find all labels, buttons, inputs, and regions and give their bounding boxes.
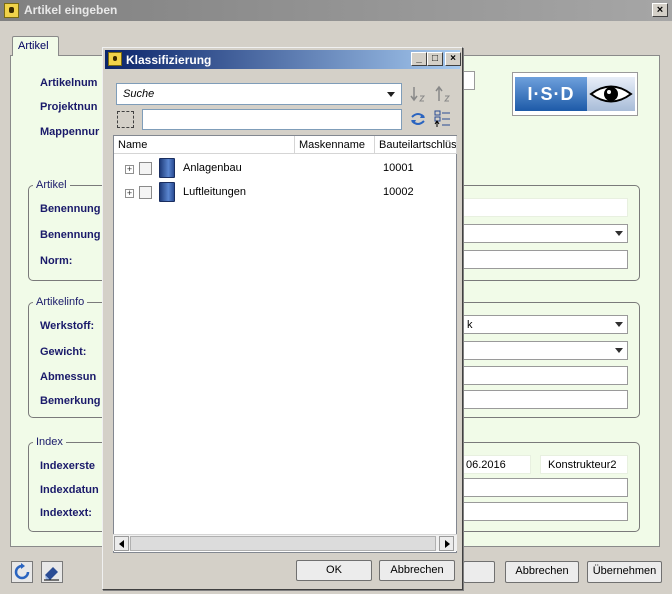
refresh-button[interactable] xyxy=(11,561,33,583)
classification-tree[interactable]: Name Maskenname Bauteilartschlüs + Anlag… xyxy=(113,135,457,553)
dialog-titlebar: Klassifizierung _ □ × xyxy=(105,50,461,69)
tab-artikel[interactable]: Artikel xyxy=(12,36,59,56)
chevron-down-icon xyxy=(615,231,623,236)
chevron-down-icon xyxy=(387,92,395,97)
column-header-name[interactable]: Name xyxy=(114,136,295,154)
select-frame-icon[interactable] xyxy=(117,111,134,128)
expand-icon[interactable]: + xyxy=(125,189,134,198)
dialog-title: Klassifizierung xyxy=(126,53,212,67)
book-icon xyxy=(159,158,175,178)
label-abmessung: Abmessun xyxy=(40,371,97,383)
label-projektnummer: Projektnun xyxy=(40,101,98,113)
index-date-field[interactable]: 06.2016 xyxy=(463,455,531,474)
index-user-value: Konstrukteur2 xyxy=(548,459,617,471)
bemerkung-field[interactable] xyxy=(463,390,628,409)
indextext-field[interactable] xyxy=(463,502,628,521)
index-date-value: 06.2016 xyxy=(466,459,506,471)
dialog-maximize-button[interactable]: □ xyxy=(427,52,443,66)
row-name: Anlagenbau xyxy=(183,162,242,174)
benennung-2-combo[interactable] xyxy=(463,224,628,243)
label-gewicht: Gewicht: xyxy=(40,346,87,358)
scroll-thumb[interactable] xyxy=(130,536,436,551)
label-benennung-1: Benennung xyxy=(40,203,101,215)
eraser-icon xyxy=(44,567,59,581)
row-key: 10001 xyxy=(383,162,414,174)
swap-arrows-icon[interactable] xyxy=(408,109,428,129)
werkstoff-combo[interactable]: k xyxy=(463,315,628,334)
label-benennung-2: Benennung xyxy=(40,229,101,241)
group-index-legend: Index xyxy=(33,436,66,448)
sort-ascending-icon[interactable] xyxy=(433,84,453,104)
label-norm: Norm: xyxy=(40,255,73,267)
main-abbrechen-button[interactable]: Abbrechen xyxy=(505,561,579,583)
gewicht-combo[interactable] xyxy=(463,341,628,360)
search-placeholder: Suche xyxy=(123,88,155,100)
label-bemerkung: Bemerkung xyxy=(40,395,101,407)
refresh-icon xyxy=(14,563,30,580)
werkstoff-value: k xyxy=(467,319,473,331)
filter-input[interactable] xyxy=(142,109,402,130)
tree-row[interactable]: + Anlagenbau 10001 xyxy=(114,157,458,181)
main-window-titlebar: Artikel eingeben × xyxy=(0,0,672,21)
abmessung-field[interactable] xyxy=(463,366,628,385)
horizontal-scrollbar[interactable] xyxy=(113,534,457,551)
scroll-left-icon[interactable] xyxy=(114,536,129,551)
dialog-minimize-button[interactable]: _ xyxy=(411,52,427,66)
hidden-button[interactable] xyxy=(463,561,495,583)
dialog-ok-button[interactable]: OK xyxy=(296,560,372,581)
search-combo[interactable]: Suche xyxy=(116,83,402,105)
klassifizierung-dialog: Klassifizierung _ □ × Suche Name Maskenn… xyxy=(102,47,463,590)
label-werkstoff: Werkstoff: xyxy=(40,320,95,332)
dialog-close-button[interactable]: × xyxy=(445,52,461,66)
uebernehmen-button[interactable]: Übernehmen xyxy=(587,561,662,583)
expand-icon[interactable]: + xyxy=(125,165,134,174)
norm-field[interactable] xyxy=(463,250,628,269)
tree-row[interactable]: + Luftleitungen 10002 xyxy=(114,181,458,205)
indexdatum-field[interactable] xyxy=(463,478,628,497)
main-close-button[interactable]: × xyxy=(652,3,668,17)
row-key: 10002 xyxy=(383,186,414,198)
app-icon xyxy=(4,3,19,18)
row-checkbox[interactable] xyxy=(139,162,152,175)
tree-options-icon[interactable] xyxy=(433,109,453,129)
column-header-bauteilartschluessel[interactable]: Bauteilartschlüs xyxy=(375,136,457,154)
label-indexersteller: Indexerste xyxy=(40,460,96,472)
row-name: Luftleitungen xyxy=(183,186,246,198)
group-artikelinfo-legend: Artikelinfo xyxy=(33,296,88,308)
book-icon xyxy=(159,182,175,202)
main-window-title: Artikel eingeben xyxy=(24,3,118,17)
label-indextext: Indextext: xyxy=(40,507,92,519)
artikelnummer-field[interactable] xyxy=(463,71,475,90)
sort-descending-icon[interactable] xyxy=(408,84,428,104)
eraser-button[interactable] xyxy=(41,561,63,583)
chevron-down-icon xyxy=(615,348,623,353)
row-checkbox[interactable] xyxy=(139,186,152,199)
label-indexdatum: Indexdatun xyxy=(40,484,99,496)
isd-logo-text: I·S·D xyxy=(515,77,587,111)
label-artikelnummer: Artikelnum xyxy=(40,77,98,89)
isd-logo: I·S·D xyxy=(512,72,638,116)
label-mappennummer: Mappennur xyxy=(40,126,100,138)
column-header-maskenname[interactable]: Maskenname xyxy=(295,136,375,154)
scroll-right-icon[interactable] xyxy=(439,536,454,551)
index-user-field[interactable]: Konstrukteur2 xyxy=(540,455,628,474)
chevron-down-icon xyxy=(615,322,623,327)
benennung-1-field[interactable] xyxy=(463,198,628,217)
eye-icon xyxy=(587,77,635,111)
dialog-app-icon xyxy=(108,52,122,66)
group-artikel-legend: Artikel xyxy=(33,179,70,191)
dialog-abbrechen-button[interactable]: Abbrechen xyxy=(379,560,455,581)
